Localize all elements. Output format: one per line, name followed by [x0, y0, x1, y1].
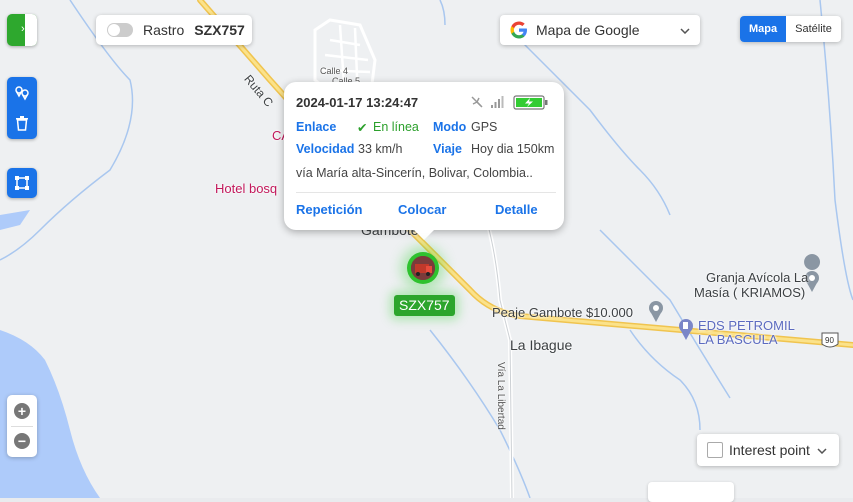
tools-group — [7, 77, 37, 139]
velocidad-value: 33 km/h — [358, 142, 403, 156]
chevron-down-icon — [680, 21, 690, 39]
rastro-control: Rastro SZX757 — [96, 15, 252, 45]
signal-icon — [491, 96, 504, 108]
viaje-label: Viaje — [433, 142, 462, 156]
map-provider-select[interactable]: Mapa de Google — [500, 15, 700, 45]
tab-map[interactable]: Mapa — [740, 16, 787, 42]
detalle-link[interactable]: Detalle — [495, 202, 538, 217]
road-label: Vía La Libertad — [495, 362, 506, 430]
panel-toggle-edge — [25, 14, 37, 46]
poi-label: LA BASCULA — [698, 332, 778, 347]
street-label: Calle 4 — [320, 66, 349, 76]
location-pins-icon — [15, 85, 29, 101]
popup-datetime: 2024-01-17 13:24:47 — [296, 95, 419, 110]
popup-address: vía María alta-Sincerín, Bolivar, Colomb… — [296, 166, 533, 180]
map-provider-label: Mapa de Google — [536, 22, 640, 38]
enlace-value: En línea — [373, 120, 419, 134]
check-icon: ✔ — [357, 121, 368, 135]
route-shield-label: 90 — [825, 336, 834, 345]
google-icon — [510, 21, 527, 39]
poi-label: Granja Avícola La — [706, 270, 809, 285]
map-canvas[interactable]: Calle 4 Calle 5 Ruta C CA Hotel bosq Gam… — [0, 0, 853, 498]
zoom-divider — [11, 426, 33, 427]
velocidad-label: Velocidad — [296, 142, 355, 156]
viaje-value: Hoy dia 150km — [471, 142, 555, 156]
draw-area-button[interactable] — [7, 168, 37, 198]
interest-point-checkbox[interactable] — [707, 442, 723, 458]
modo-label: Modo — [433, 120, 467, 134]
repeticion-link[interactable]: Repetición — [296, 202, 362, 217]
rastro-plate: SZX757 — [194, 22, 245, 38]
chevron-down-icon — [817, 441, 827, 459]
modo-value: GPS — [471, 120, 498, 134]
chevron-icon: › — [21, 23, 25, 35]
popup-divider — [296, 192, 556, 193]
poi-label: Masía ( KRIAMOS) — [694, 285, 806, 300]
map-graphics — [0, 0, 853, 498]
tab-satellite[interactable]: Satélite — [786, 16, 841, 42]
map-type-tabs: Mapa Satélite — [740, 16, 841, 42]
hotel-label: Hotel bosq — [215, 181, 278, 196]
battery-charging-icon — [513, 95, 548, 110]
bottom-control-stub[interactable] — [648, 482, 734, 502]
panel-toggle-button[interactable]: › — [7, 14, 37, 46]
trash-icon — [16, 116, 28, 131]
poi-label: Peaje Gambote $10.000 — [492, 305, 633, 320]
zoom-control: + − — [7, 395, 37, 457]
zoom-out-button[interactable]: − — [14, 433, 30, 449]
colocar-link[interactable]: Colocar — [398, 202, 446, 217]
location-pins-button[interactable] — [7, 77, 37, 108]
enlace-label: Enlace — [296, 120, 337, 134]
vehicle-marker[interactable] — [407, 252, 439, 284]
town-label: La Ibague — [510, 337, 573, 353]
rastro-toggle[interactable] — [107, 23, 133, 37]
interest-point-label: Interest point — [729, 442, 810, 458]
truck-icon — [411, 256, 435, 280]
rastro-label: Rastro — [143, 22, 185, 38]
vehicle-plate-tag[interactable]: SZX757 — [394, 295, 455, 316]
interest-point-dropdown[interactable]: Interest point — [697, 434, 839, 466]
gps-off-icon — [471, 96, 483, 108]
poi-label: EDS PETROMIL — [698, 318, 795, 333]
delete-button[interactable] — [7, 108, 37, 139]
vehicle-info-popup: 2024-01-17 13:24:47 Enlace ✔ En línea Mo… — [284, 82, 564, 240]
zoom-in-button[interactable]: + — [14, 403, 30, 419]
polygon-select-icon — [15, 176, 29, 190]
